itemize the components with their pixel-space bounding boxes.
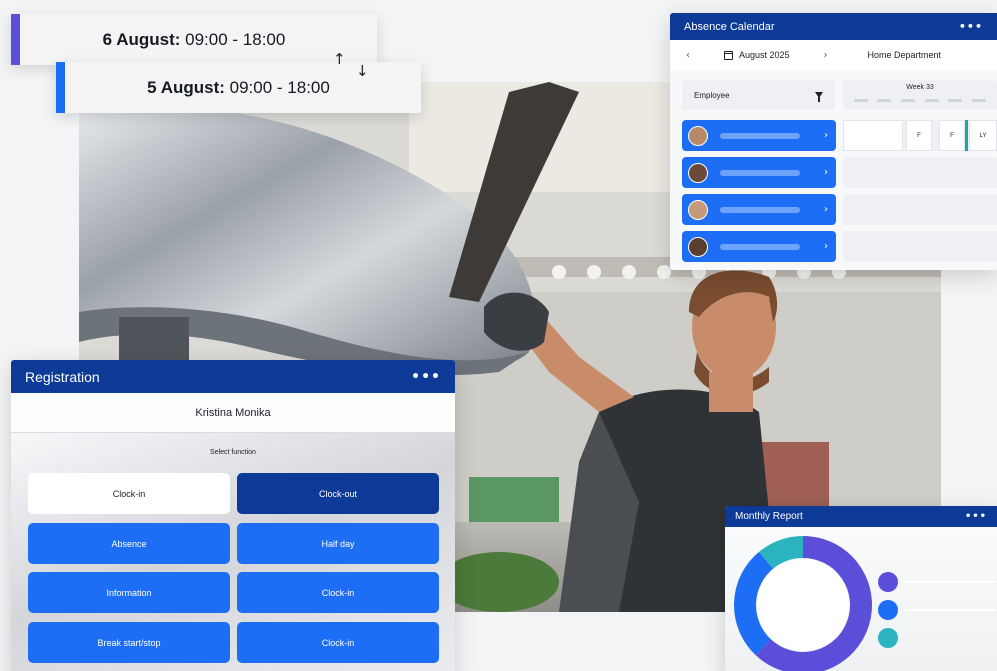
shift-date: 6 August: bbox=[102, 29, 181, 49]
day-cell[interactable]: F bbox=[906, 120, 932, 151]
function-selector: Select function Clock-in Clock-out Absen… bbox=[11, 433, 455, 671]
more-options-icon[interactable]: ••• bbox=[959, 20, 983, 33]
month-selector[interactable]: August 2025 bbox=[724, 50, 790, 60]
chevron-right-icon: › bbox=[824, 130, 828, 141]
donut-segment-2 bbox=[759, 536, 804, 570]
employee-row[interactable]: › bbox=[682, 157, 836, 188]
calendar-grid: Employee Week 33 › F F LY › › › bbox=[670, 70, 997, 270]
employee-name-placeholder bbox=[720, 169, 800, 176]
employee-row-days[interactable] bbox=[843, 231, 997, 262]
employee-name-placeholder bbox=[720, 206, 800, 213]
shift-accent-bar bbox=[56, 62, 65, 113]
employee-name-placeholder bbox=[720, 243, 800, 250]
sort-down-icon[interactable]: ↓ bbox=[356, 62, 369, 80]
legend-line bbox=[905, 609, 995, 611]
shift-time: 09:00 - 18:00 bbox=[180, 29, 286, 49]
legend-dot-purple bbox=[878, 572, 898, 592]
registration-header: Registration ••• bbox=[11, 360, 455, 393]
employee-row[interactable]: › bbox=[682, 120, 836, 151]
week-day-placeholders bbox=[843, 99, 997, 102]
monthly-report-title: Monthly Report bbox=[735, 511, 803, 522]
monthly-report-body bbox=[725, 527, 997, 671]
clock-in-button-3[interactable]: Clock-in bbox=[237, 622, 439, 663]
monthly-report-header: Monthly Report ••• bbox=[725, 506, 997, 527]
employee-row-days[interactable] bbox=[843, 194, 997, 225]
select-function-label: Select function bbox=[210, 449, 256, 456]
employee-column-header[interactable]: Employee bbox=[682, 80, 835, 110]
day-code: F bbox=[917, 132, 921, 139]
donut-hole bbox=[757, 559, 849, 651]
clock-out-button[interactable]: Clock-out bbox=[237, 473, 439, 514]
shift-time: 09:00 - 18:00 bbox=[224, 77, 330, 97]
employee-name-placeholder bbox=[720, 132, 800, 139]
prev-month-icon[interactable]: ‹ bbox=[686, 50, 690, 61]
employee-row[interactable]: › bbox=[682, 231, 836, 262]
day-code: LY bbox=[979, 132, 987, 139]
week-label: Week 33 bbox=[906, 84, 934, 91]
more-options-icon[interactable]: ••• bbox=[411, 369, 441, 385]
employee-name: Kristina Monika bbox=[11, 393, 455, 433]
absence-button[interactable]: Absence bbox=[28, 523, 230, 564]
calendar-icon bbox=[724, 50, 733, 60]
absence-calendar-panel: Absence Calendar ••• ‹ August 2025 › Hom… bbox=[670, 13, 997, 270]
shift-accent-bar bbox=[11, 14, 20, 65]
shift-text: 5 August: 09:00 - 18:00 bbox=[147, 78, 330, 98]
legend-dot-teal bbox=[878, 628, 898, 648]
absence-calendar-title: Absence Calendar bbox=[684, 20, 775, 33]
avatar bbox=[688, 162, 708, 183]
registration-title: Registration bbox=[25, 368, 100, 385]
day-cell[interactable]: F bbox=[939, 120, 965, 151]
absence-marker bbox=[965, 120, 968, 151]
department-selector[interactable]: Home Department bbox=[867, 50, 941, 60]
avatar bbox=[688, 125, 708, 146]
break-start-stop-button[interactable]: Break start/stop bbox=[28, 622, 230, 663]
employee-row-days: F F LY bbox=[843, 120, 997, 151]
avatar bbox=[688, 236, 708, 257]
employee-row[interactable]: › bbox=[682, 194, 836, 225]
calendar-navigation: ‹ August 2025 › Home Department bbox=[670, 40, 997, 70]
half-day-button[interactable]: Half day bbox=[237, 523, 439, 564]
week-header: Week 33 bbox=[843, 80, 997, 110]
sort-up-icon[interactable]: ↑ bbox=[333, 50, 346, 68]
chevron-right-icon: › bbox=[824, 204, 828, 215]
legend-dot-blue bbox=[878, 600, 898, 620]
clock-in-button[interactable]: Clock-in bbox=[28, 473, 230, 514]
employee-header-label: Employee bbox=[694, 90, 730, 100]
day-cell[interactable] bbox=[843, 120, 903, 151]
chevron-right-icon: › bbox=[824, 167, 828, 178]
information-button[interactable]: Information bbox=[28, 572, 230, 613]
month-label: August 2025 bbox=[739, 50, 790, 60]
day-code: F bbox=[950, 132, 954, 139]
absence-calendar-header: Absence Calendar ••• bbox=[670, 13, 997, 40]
monthly-report-panel: Monthly Report ••• bbox=[725, 506, 997, 671]
more-options-icon[interactable]: ••• bbox=[965, 511, 987, 522]
employee-row-days[interactable] bbox=[843, 157, 997, 188]
next-month-icon[interactable]: › bbox=[824, 50, 828, 61]
day-cell[interactable]: LY bbox=[969, 120, 997, 151]
filter-icon[interactable] bbox=[815, 92, 823, 102]
chevron-right-icon: › bbox=[824, 241, 828, 252]
donut-chart bbox=[734, 536, 872, 671]
avatar bbox=[688, 199, 708, 220]
clock-in-button-2[interactable]: Clock-in bbox=[237, 572, 439, 613]
shift-text: 6 August: 09:00 - 18:00 bbox=[103, 30, 286, 50]
shift-card-6-august[interactable]: 6 August: 09:00 - 18:00 bbox=[11, 14, 377, 65]
shift-date: 5 August: bbox=[147, 77, 225, 97]
registration-panel: Registration ••• Kristina Monika Select … bbox=[11, 360, 455, 671]
legend-line bbox=[905, 581, 995, 583]
